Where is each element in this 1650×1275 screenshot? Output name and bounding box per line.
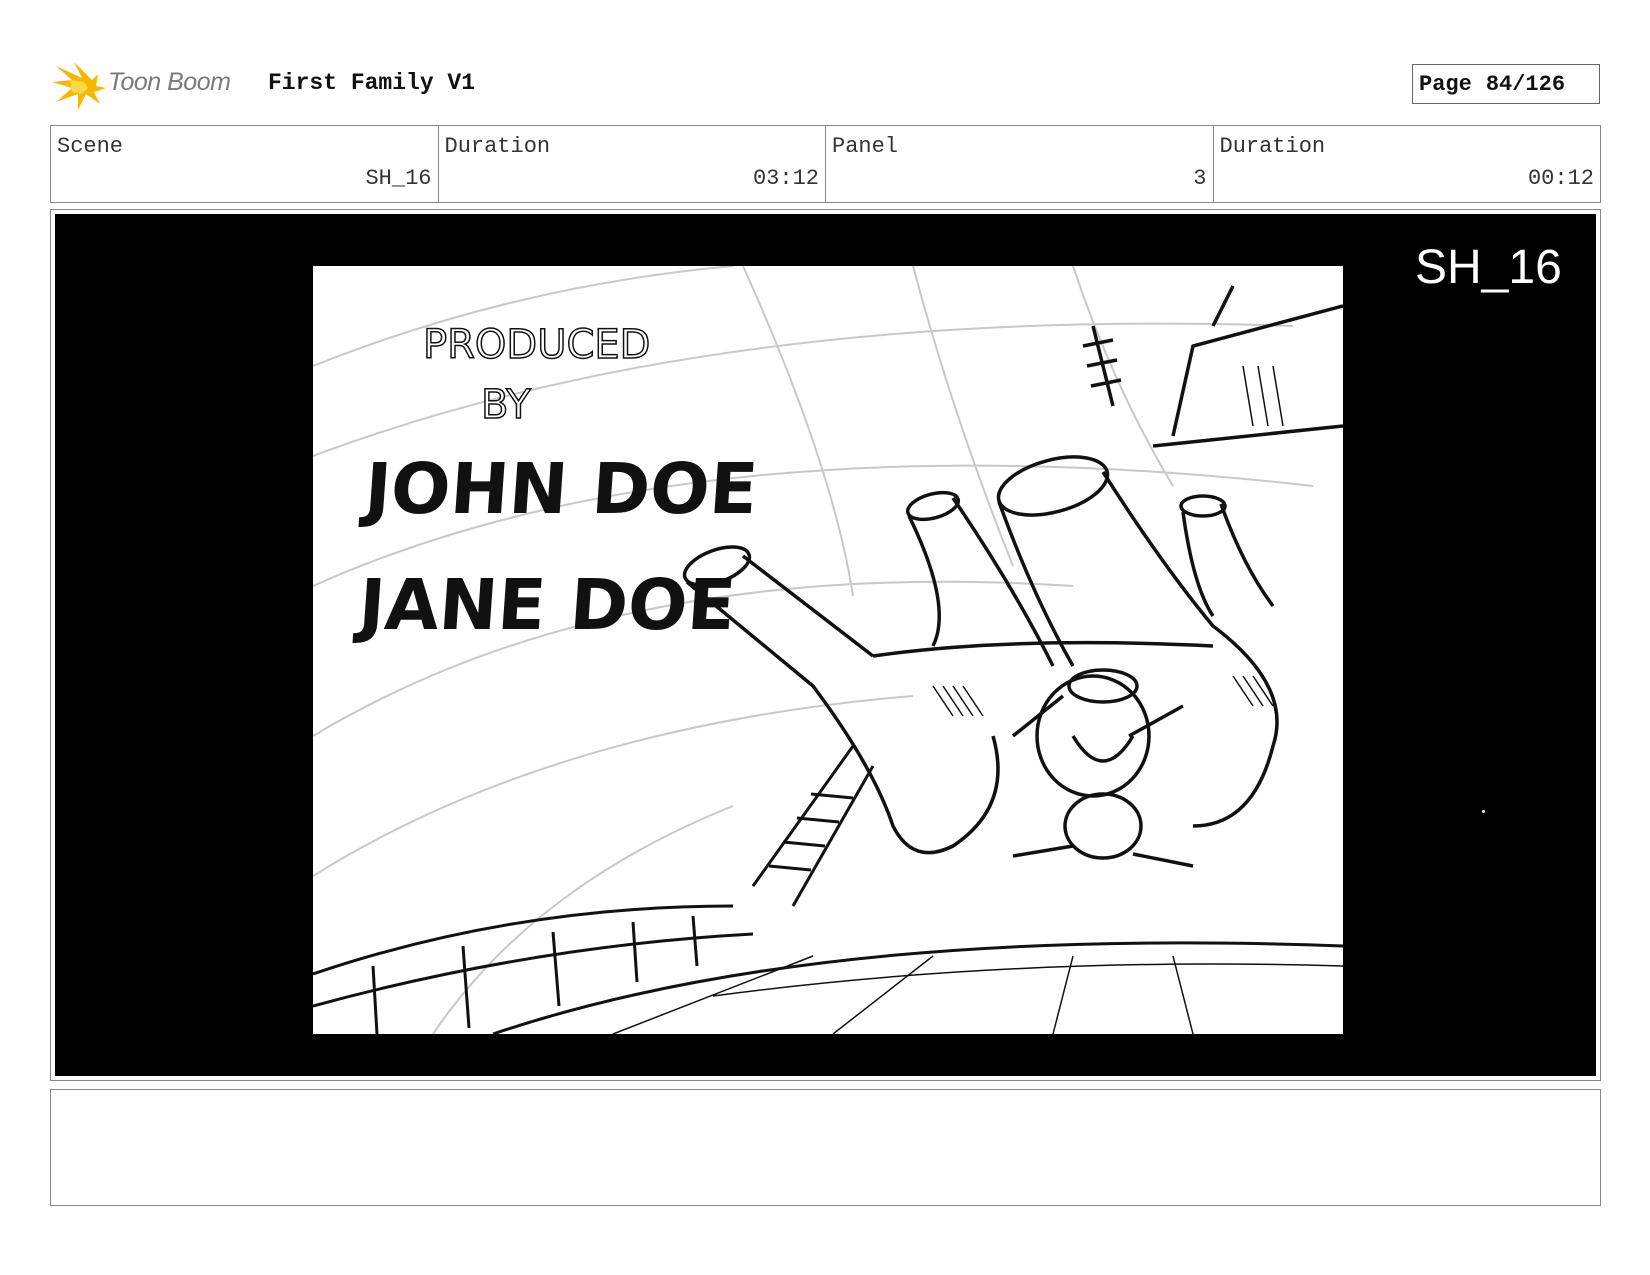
storyboard-panel: SH_16 PRODUCED BY JOHN DOE JANE DOE: [50, 209, 1601, 1081]
scene-label: Scene: [57, 134, 124, 159]
toon-boom-logo: Toon Boom: [52, 58, 252, 112]
credit-produced: PRODUCED: [422, 321, 651, 369]
panel-value: 3: [1193, 166, 1207, 191]
credit-name-1: JOHN DOE: [362, 448, 761, 530]
starburst-icon: [52, 62, 106, 110]
scene-duration-cell: Duration 03:12: [439, 126, 826, 202]
panel-background: SH_16 PRODUCED BY JOHN DOE JANE DOE: [55, 214, 1596, 1076]
sketch-drawing: [313, 266, 1343, 1034]
project-title: First Family V1: [268, 70, 476, 96]
scene-duration-value: 03:12: [752, 166, 819, 191]
credit-by: BY: [480, 381, 531, 429]
panel-label: Panel: [832, 134, 899, 159]
page-label: Page: [1419, 71, 1472, 97]
credit-name-2: JANE DOE: [356, 564, 739, 646]
panel-duration-value: 00:12: [1527, 166, 1594, 191]
scene-value: SH_16: [365, 166, 432, 191]
logo-text: Toon Boom: [108, 68, 231, 96]
panel-duration-label: Duration: [1219, 134, 1326, 159]
scene-cell: Scene SH_16: [51, 126, 439, 202]
panel-notes[interactable]: [50, 1089, 1601, 1206]
scene-duration-label: Duration: [444, 134, 551, 159]
scene-info-row: Scene SH_16 Duration 03:12 Panel 3 Durat…: [50, 125, 1601, 203]
page-indicator: Page 84/126: [1412, 64, 1600, 104]
panel-duration-cell: Duration 00:12: [1214, 126, 1601, 202]
stray-mark: [1482, 810, 1485, 813]
page-number: 84/126: [1485, 71, 1566, 97]
page-header: Toon Boom First Family V1 Page 84/126: [50, 56, 1602, 112]
panel-artwork: PRODUCED BY JOHN DOE JANE DOE: [313, 266, 1343, 1034]
shot-label: SH_16: [1415, 241, 1562, 294]
panel-cell: Panel 3: [826, 126, 1214, 202]
